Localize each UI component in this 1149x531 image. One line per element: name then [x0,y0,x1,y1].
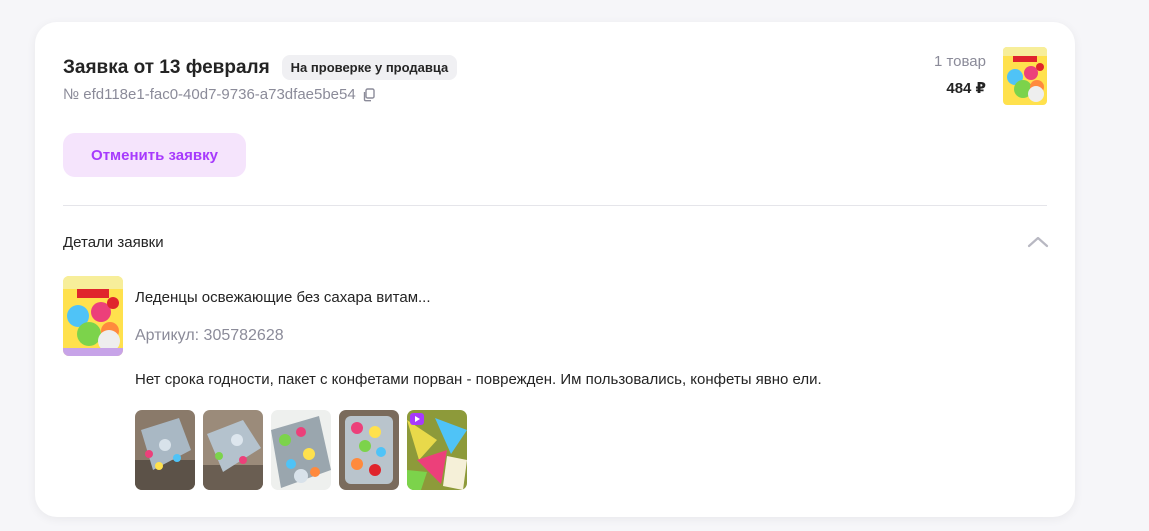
order-id-row: № efd118e1-fac0-40d7-9736-a73dfae5be54 [63,86,376,103]
video-play-icon [410,413,424,425]
product-image-small[interactable] [1003,47,1047,105]
product-name[interactable]: Леденцы освежающие без сахара витам... [135,289,431,306]
attached-photos [135,410,467,490]
request-comment: Нет срока годности, пакет с конфетами по… [135,371,822,388]
product-image[interactable] [63,276,123,356]
title-row: Заявка от 13 февраля На проверке у прода… [63,55,458,80]
attached-photo[interactable] [339,410,399,490]
chevron-up-icon[interactable] [1026,233,1050,251]
attached-photo[interactable] [203,410,263,490]
attached-photo[interactable] [271,410,331,490]
product-article: Артикул: 305782628 [135,327,284,344]
details-header[interactable]: Детали заявки [63,234,164,251]
divider [63,205,1047,206]
attached-video[interactable] [407,410,467,490]
items-count: 1 товар [933,53,986,70]
copy-icon[interactable] [362,87,376,102]
order-id: № efd118e1-fac0-40d7-9736-a73dfae5be54 [63,86,356,103]
cancel-request-button[interactable]: Отменить заявку [63,133,246,177]
page-title: Заявка от 13 февраля [63,56,270,78]
order-summary: 1 товар 484 ₽ [934,53,986,97]
status-badge: На проверке у продавца [281,55,458,80]
total-price: 484 ₽ [946,80,986,97]
return-request-card: Заявка от 13 февраля На проверке у прода… [35,22,1075,517]
attached-photo[interactable] [135,410,195,490]
